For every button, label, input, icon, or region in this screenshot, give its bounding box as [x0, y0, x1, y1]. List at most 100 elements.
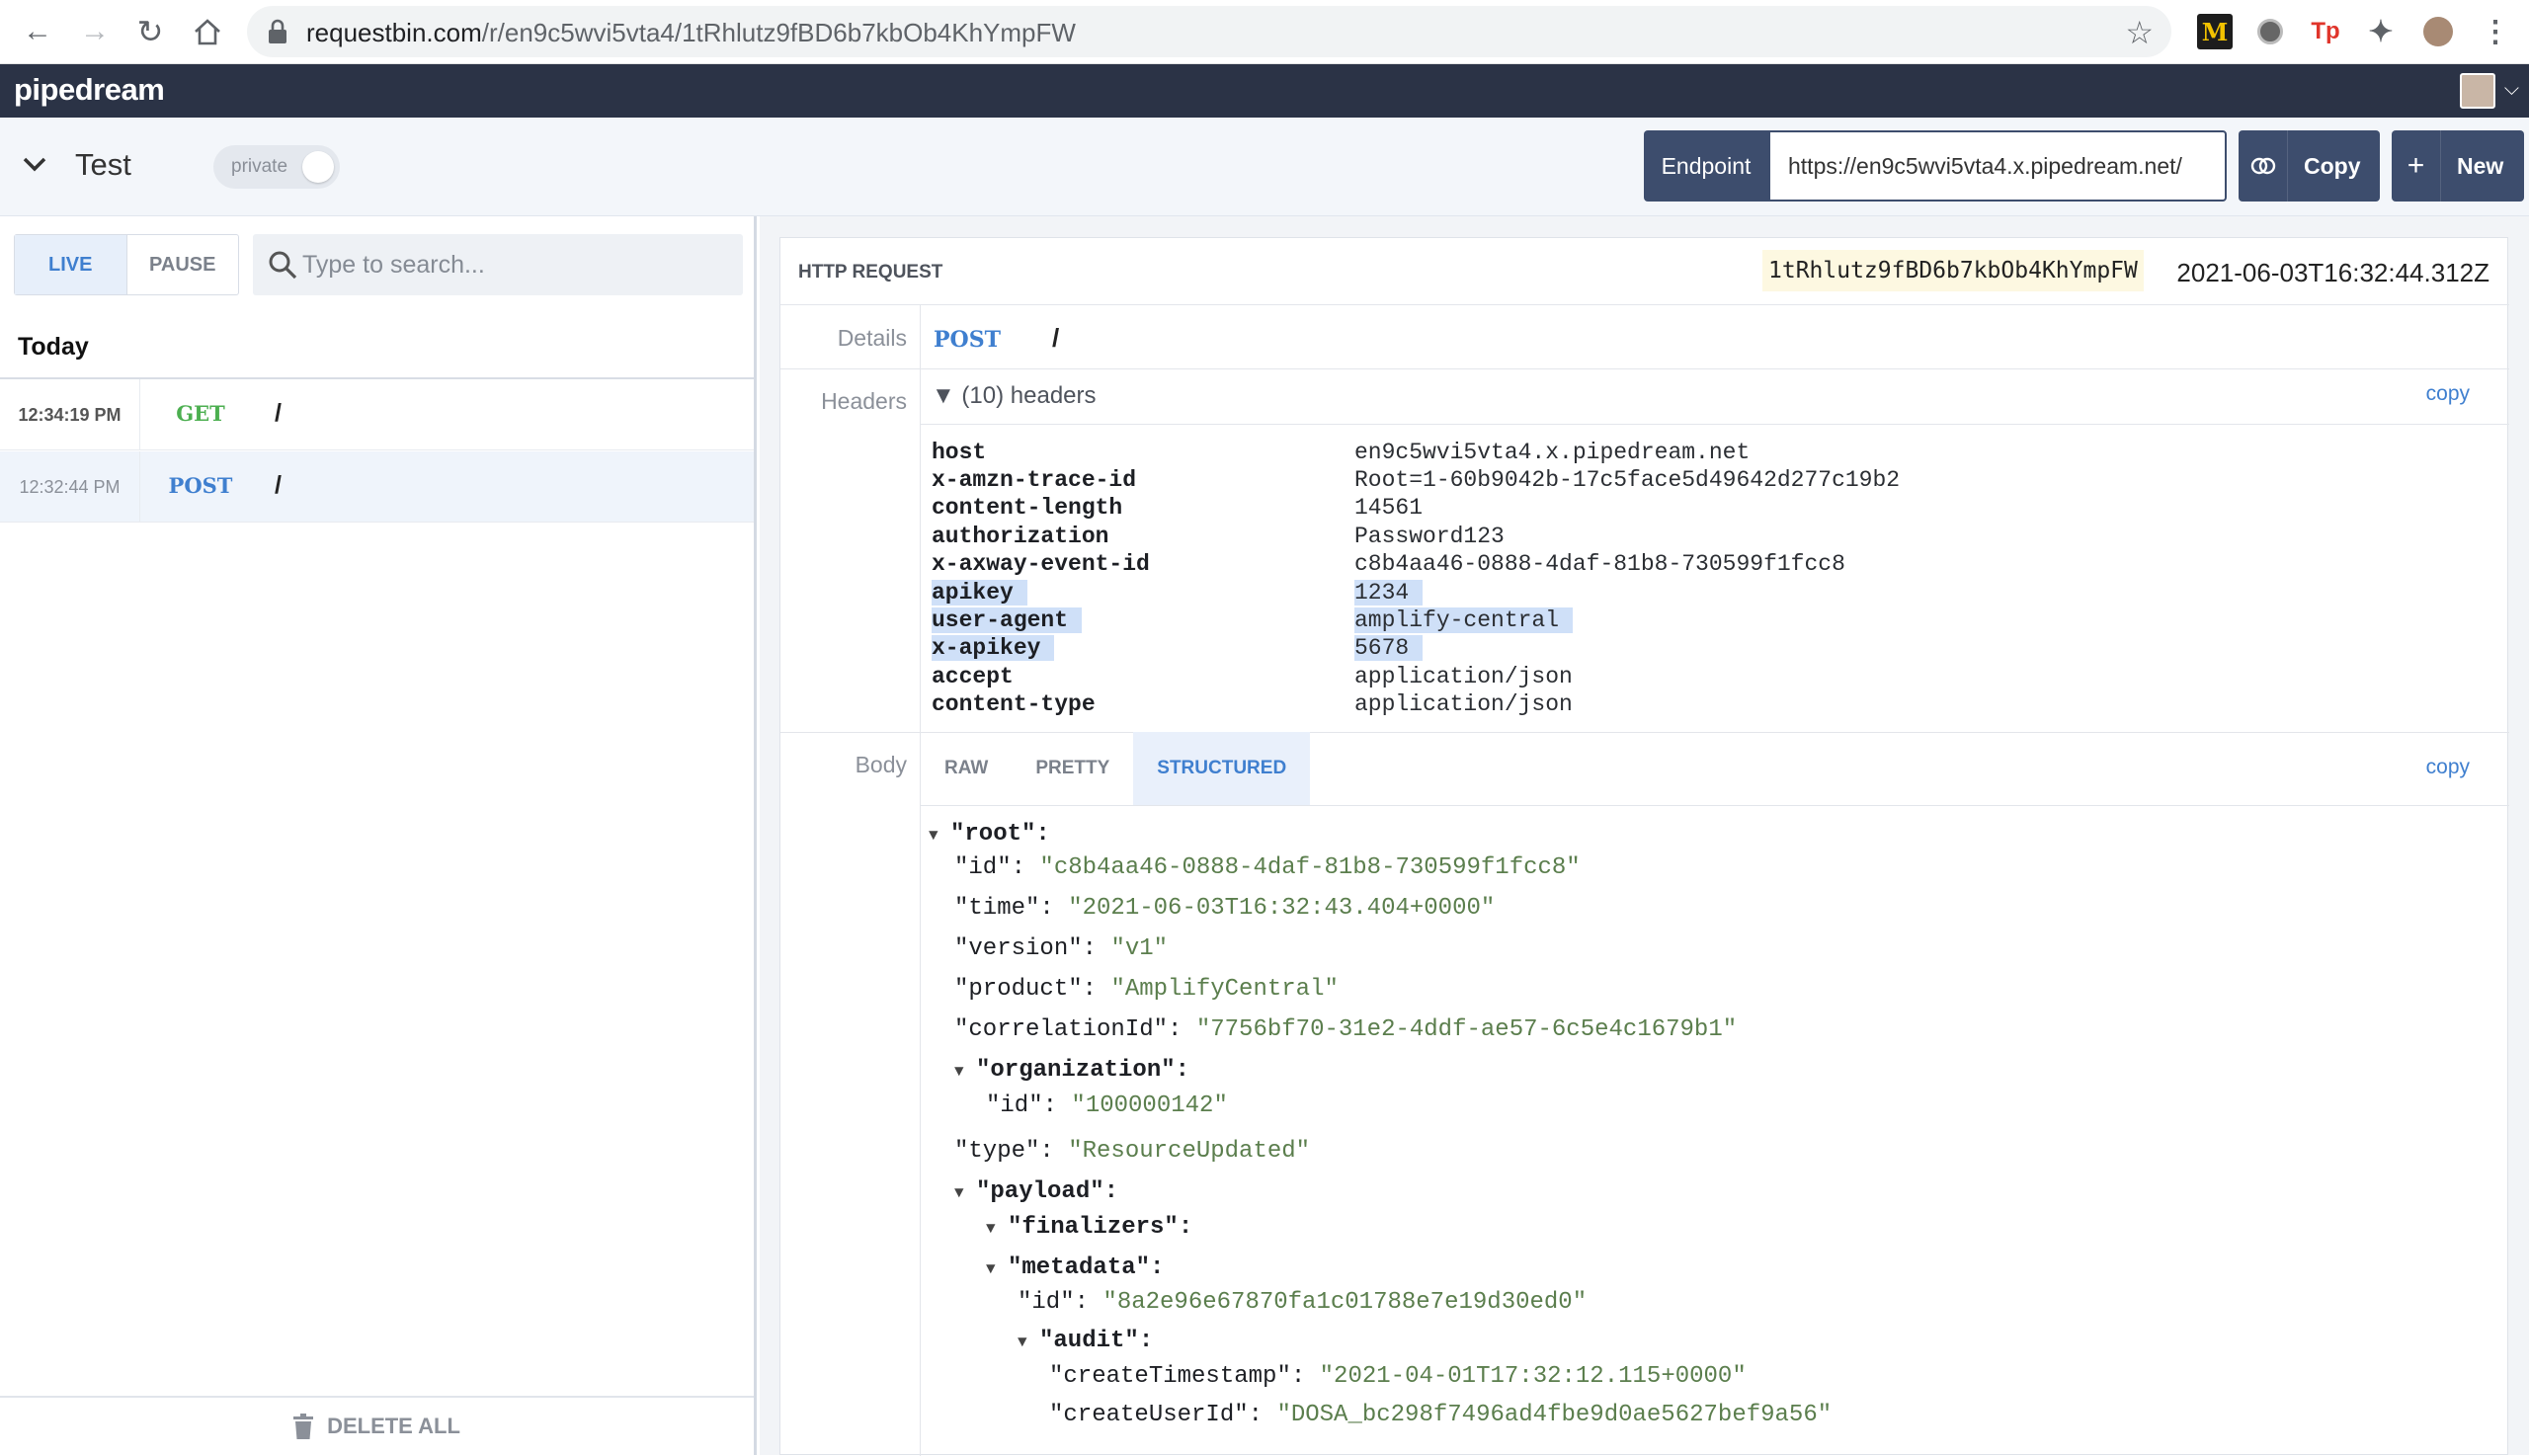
json-node-payload[interactable]: ▼ "payload":: [954, 1178, 1118, 1205]
json-key: "createTimestamp":: [1049, 1363, 1320, 1390]
header-key: content-length: [932, 495, 1123, 521]
new-bin-button[interactable]: + New: [2392, 130, 2524, 202]
divider: [921, 424, 2509, 425]
json-line: "time": "2021-06-03T16:32:43.404+0000": [954, 895, 1495, 922]
reload-icon[interactable]: ↻: [130, 12, 170, 51]
header-key: x-apikey: [932, 635, 1055, 661]
json-node-audit[interactable]: ▼ "audit":: [1018, 1328, 1153, 1354]
json-line: "createUserId": "DOSA_bc298f7496ad4fbe9d…: [1049, 1402, 1832, 1428]
request-id[interactable]: 1tRhlutz9fBD6b7kbOb4KhYmpFW: [1762, 250, 2144, 291]
live-pause-toggle: LIVE PAUSE: [14, 234, 239, 295]
endpoint-url-field[interactable]: https://en9c5wvi5vta4.x.pipedream.net/: [1768, 130, 2227, 202]
json-key: "id":: [1018, 1289, 1103, 1316]
tab-pretty[interactable]: PRETTY: [1012, 732, 1133, 805]
event-method: POST: [168, 473, 233, 498]
extension-circle-icon[interactable]: [2252, 14, 2288, 49]
pause-button[interactable]: PAUSE: [127, 235, 239, 294]
header-value: en9c5wvi5vta4.x.pipedream.net: [1354, 440, 1751, 465]
tab-raw[interactable]: RAW: [921, 732, 1012, 805]
json-node-root[interactable]: ▼ "root":: [929, 821, 1050, 848]
pipedream-logo[interactable]: pipedream: [14, 72, 165, 108]
extension-m-icon[interactable]: M: [2197, 14, 2233, 49]
json-key: "root":: [950, 821, 1050, 848]
live-button[interactable]: LIVE: [15, 235, 127, 294]
home-icon[interactable]: [188, 12, 227, 51]
request-timestamp: 2021-06-03T16:32:44.312Z: [2176, 258, 2489, 287]
json-key: "version":: [954, 935, 1111, 962]
json-value: "2021-04-01T17:32:12.115+0000": [1319, 1363, 1747, 1390]
browser-menu-icon[interactable]: ⋮: [2478, 14, 2513, 49]
copy-headers-link[interactable]: copy: [2426, 382, 2470, 406]
user-avatar[interactable]: [2460, 73, 2495, 109]
header-value: amplify-central: [1354, 607, 1574, 633]
event-time: 12:34:19 PM: [0, 379, 140, 450]
header-key: accept: [932, 664, 1014, 689]
search-icon: [269, 251, 297, 280]
request-card: HTTP REQUEST 1tRhlutz9fBD6b7kbOb4KhYmpFW…: [779, 237, 2509, 1456]
request-path: /: [1052, 323, 1060, 353]
header-key: x-axway-event-id: [932, 551, 1150, 577]
headers-toggle[interactable]: ▼ (10) headers: [932, 382, 1097, 410]
json-key: "payload":: [976, 1178, 1119, 1205]
json-line: "version": "v1": [954, 935, 1168, 962]
json-key: "finalizers":: [1008, 1214, 1193, 1241]
request-method: POST: [934, 327, 1001, 353]
json-node-finalizers[interactable]: ▼ "finalizers":: [986, 1214, 1192, 1241]
bookmark-star-icon[interactable]: ☆: [2125, 14, 2154, 51]
tab-structured[interactable]: STRUCTURED: [1133, 732, 1311, 805]
bin-name[interactable]: Test: [75, 147, 131, 183]
collapse-chevron-icon[interactable]: [22, 147, 47, 181]
header-key: content-type: [932, 691, 1096, 717]
copy-label: Copy: [2304, 152, 2361, 179]
header-value: 1234: [1354, 580, 1424, 606]
json-line: "id": "8a2e96e67870fa1c01788e7e19d30ed0": [1018, 1289, 1587, 1316]
json-line: "type": "ResourceUpdated": [954, 1138, 1310, 1165]
delete-all-button[interactable]: DELETE ALL: [0, 1396, 754, 1455]
event-row-selected[interactable]: 12:32:44 PM POST /: [0, 451, 754, 523]
lock-icon: [269, 19, 286, 43]
address-bar[interactable]: requestbin.com/r/en9c5wvi5vta4/1tRhlutz9…: [247, 6, 2171, 57]
header-value: 5678: [1354, 635, 1424, 661]
copy-endpoint-button[interactable]: Copy: [2239, 130, 2380, 202]
json-node-organization[interactable]: ▼ "organization":: [954, 1057, 1189, 1084]
json-value: "ResourceUpdated": [1068, 1138, 1311, 1165]
headers-label: Headers: [821, 388, 907, 414]
app-header: pipedream ⌵: [0, 64, 2529, 118]
json-value: "7756bf70-31e2-4ddf-ae57-6c5e4c1679b1": [1195, 1016, 1738, 1043]
endpoint-group: Endpoint https://en9c5wvi5vta4.x.pipedre…: [1644, 130, 2227, 202]
divider: [921, 805, 2509, 806]
json-value: "100000142": [1071, 1092, 1228, 1119]
divider: [780, 368, 2509, 369]
chevron-down-icon[interactable]: ⌵: [2504, 78, 2519, 101]
url-text: requestbin.com/r/en9c5wvi5vta4/1tRhlutz9…: [306, 18, 1076, 47]
profile-avatar-icon[interactable]: [2420, 14, 2456, 49]
event-row[interactable]: 12:34:19 PM GET /: [0, 379, 754, 450]
json-value: "c8b4aa46-0888-4daf-81b8-730599f1fcc8": [1039, 854, 1581, 881]
triangle-down-icon: ▼: [954, 1063, 964, 1081]
event-path: /: [275, 471, 282, 499]
event-method: GET: [176, 401, 225, 426]
privacy-toggle[interactable]: private: [213, 145, 340, 189]
json-node-metadata[interactable]: ▼ "metadata":: [986, 1254, 1164, 1281]
privacy-label: private: [231, 156, 288, 177]
header-value: application/json: [1354, 664, 1573, 689]
json-value: "DOSA_bc298f7496ad4fbe9d0ae5627bef9a56": [1276, 1402, 1833, 1428]
extensions-puzzle-icon[interactable]: ✦: [2363, 14, 2399, 49]
json-key: "type":: [954, 1138, 1069, 1165]
json-key: "createUserId":: [1049, 1402, 1277, 1428]
json-value: "8a2e96e67870fa1c01788e7e19d30ed0": [1102, 1289, 1588, 1316]
browser-toolbar: ← → ↻ requestbin.com/r/en9c5wvi5vta4/1tR…: [0, 0, 2529, 64]
search-input[interactable]: [302, 244, 727, 285]
triangle-down-icon: ▼: [954, 1184, 964, 1202]
back-icon[interactable]: ←: [18, 12, 57, 51]
forward-icon[interactable]: →: [75, 12, 115, 51]
event-sidebar: LIVE PAUSE Today 12:34:19 PM GET / 12:32…: [0, 216, 757, 1455]
search-box: [253, 234, 743, 295]
copy-body-link[interactable]: copy: [2426, 756, 2470, 779]
header-value: Password123: [1354, 524, 1505, 549]
json-key: "id":: [954, 854, 1040, 881]
extension-tp-icon[interactable]: Tp: [2308, 14, 2343, 49]
json-value: "2021-06-03T16:32:43.404+0000": [1068, 895, 1496, 922]
plus-icon: +: [2392, 130, 2441, 202]
new-label: New: [2457, 152, 2504, 179]
